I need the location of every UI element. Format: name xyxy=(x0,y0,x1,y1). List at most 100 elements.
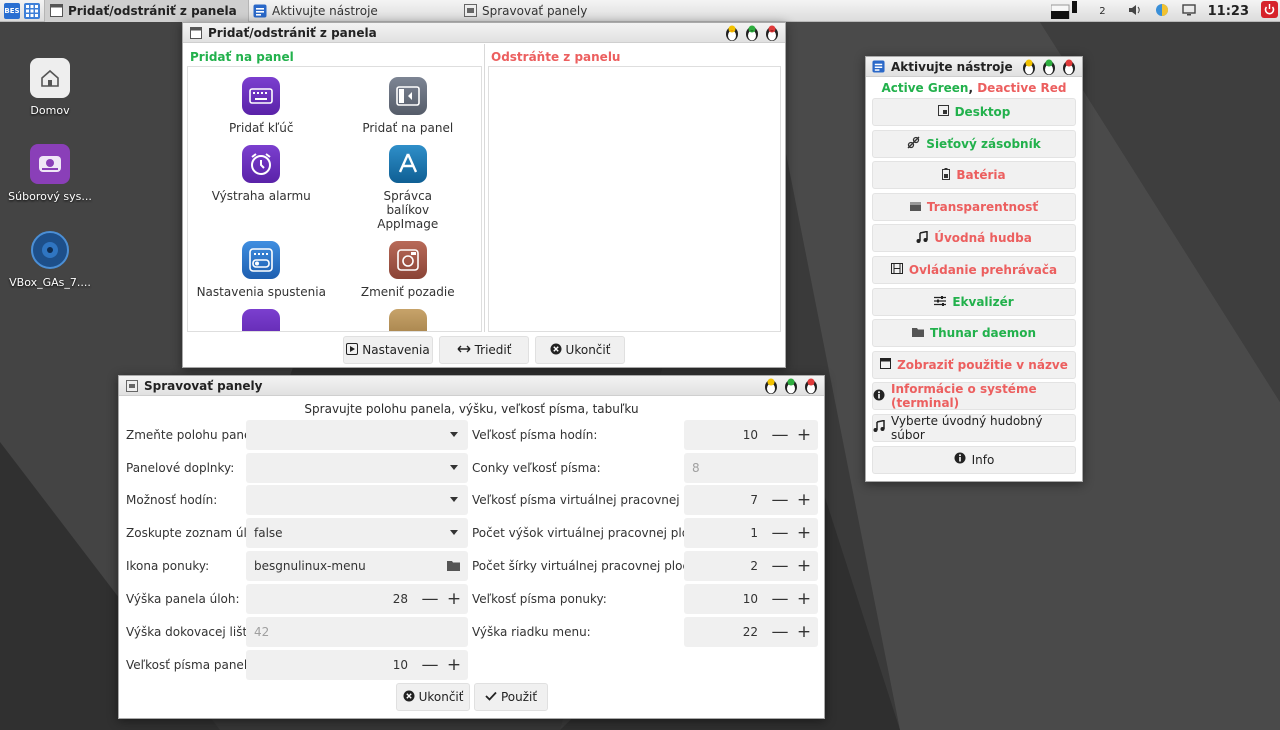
window-titlebar[interactable]: Aktivujte nástroje xyxy=(866,57,1082,77)
increment-button[interactable]: + xyxy=(442,584,466,614)
decrement-button[interactable]: — xyxy=(418,584,442,614)
tool-info[interactable]: Info xyxy=(872,445,1076,474)
tool-equalizer[interactable]: Ekvalizér xyxy=(872,287,1076,316)
menu-font-spinner[interactable]: 10 — + xyxy=(684,584,818,614)
panel-font-spinner[interactable]: 10 — + xyxy=(246,650,468,680)
alarm-clock-icon xyxy=(242,145,281,183)
decrement-button[interactable]: — xyxy=(418,650,442,680)
chevron-down-icon xyxy=(450,432,458,437)
group-tasks-select[interactable]: false xyxy=(246,518,468,548)
tile-add-key[interactable]: Pridať kľúč xyxy=(188,77,335,135)
plugins-label: Panelové doplnky: xyxy=(126,461,235,475)
sort-button[interactable]: Triediť xyxy=(439,336,529,364)
panel-font-value: 10 xyxy=(392,658,408,672)
tool-usage-in-title[interactable]: Zobraziť použitie v názve xyxy=(872,350,1076,379)
volume-icon[interactable] xyxy=(1128,3,1142,20)
legend: Active Green, Deactive Red xyxy=(866,77,1082,98)
app-grid-icon[interactable] xyxy=(24,2,40,19)
add-list[interactable]: Pridať kľúč Pridať na panel Výstraha ala… xyxy=(187,66,482,332)
vd-cols-spinner[interactable]: 2 — + xyxy=(684,551,818,581)
window-titlebar[interactable]: Pridať/odstrániť z panela xyxy=(183,23,785,43)
maximize-button[interactable] xyxy=(743,24,761,42)
clock[interactable]: 11:23 xyxy=(1208,4,1249,19)
info-icon xyxy=(954,452,966,467)
decrement-button[interactable]: — xyxy=(768,420,792,450)
folder-icon[interactable] xyxy=(447,560,460,574)
tool-desktop[interactable]: Desktop xyxy=(872,98,1076,126)
group-tasks-value: false xyxy=(254,526,283,540)
increment-button[interactable]: + xyxy=(792,617,816,647)
increment-button[interactable]: + xyxy=(792,551,816,581)
tile-wallpaper[interactable]: Zmeniť pozadie xyxy=(335,241,482,299)
task-tools[interactable]: Aktivujte nástroje xyxy=(249,0,455,22)
increment-button[interactable]: + xyxy=(792,584,816,614)
display-icon[interactable] xyxy=(1181,3,1196,20)
tile-partial[interactable] xyxy=(188,309,335,331)
maximize-button[interactable] xyxy=(1040,58,1058,76)
position-select[interactable] xyxy=(246,420,468,450)
plugins-select[interactable] xyxy=(246,453,468,483)
increment-button[interactable]: + xyxy=(792,485,816,515)
power-icon[interactable] xyxy=(1261,1,1278,21)
startup-settings-icon xyxy=(242,241,281,279)
increment-button[interactable]: + xyxy=(792,518,816,548)
tool-system-info[interactable]: Informácie o systéme (terminal) xyxy=(872,382,1076,411)
menu-launcher-icon[interactable]: BES xyxy=(4,2,20,19)
workspace-number[interactable]: 2 xyxy=(1099,6,1105,17)
minimize-button[interactable] xyxy=(723,24,741,42)
close-button[interactable] xyxy=(763,24,781,42)
taskbar-height-spinner[interactable]: 28 — + xyxy=(246,584,468,614)
desktop-icon-vbox[interactable]: VBox_GAs_7.... xyxy=(2,230,98,289)
conky-font-input[interactable]: 8 xyxy=(684,453,818,483)
decrement-button[interactable]: — xyxy=(768,584,792,614)
decrement-button[interactable]: — xyxy=(768,518,792,548)
decrement-button[interactable]: — xyxy=(768,485,792,515)
maximize-button[interactable] xyxy=(782,377,800,395)
tool-network[interactable]: Sieťový zásobník xyxy=(872,129,1076,158)
desktop-icon-home[interactable]: Domov xyxy=(2,58,98,117)
increment-button[interactable]: + xyxy=(442,650,466,680)
minimize-button[interactable] xyxy=(762,377,780,395)
tool-battery[interactable]: Batéria xyxy=(872,161,1076,190)
menu-icon-chooser[interactable]: besgnulinux-menu xyxy=(246,551,468,581)
menu-row-spinner[interactable]: 22 — + xyxy=(684,617,818,647)
quit-label: Ukončiť xyxy=(418,690,464,704)
window-titlebar[interactable]: Spravovať panely xyxy=(119,376,824,396)
vd-rows-spinner[interactable]: 1 — + xyxy=(684,518,818,548)
workspace-pager-icon[interactable] xyxy=(1050,0,1079,22)
dock-height-input[interactable]: 42 xyxy=(246,617,468,647)
tile-appimage[interactable]: Správca balíkov AppImage xyxy=(335,145,482,231)
decrement-button[interactable]: — xyxy=(768,617,792,647)
tool-thunar[interactable]: Thunar daemon xyxy=(872,319,1076,348)
tile-alarm[interactable]: Výstraha alarmu xyxy=(188,145,335,231)
increment-button[interactable]: + xyxy=(792,420,816,450)
settings-button[interactable]: Nastavenia xyxy=(343,336,433,364)
quit-button[interactable]: Ukončiť xyxy=(396,683,470,711)
decrement-button[interactable]: — xyxy=(768,551,792,581)
tool-player-control[interactable]: Ovládanie prehrávača xyxy=(872,255,1076,284)
minimize-button[interactable] xyxy=(1020,58,1038,76)
desktop-icon-filesystem[interactable]: Súborový sys... xyxy=(2,144,98,203)
dock-height-placeholder: 42 xyxy=(254,625,270,639)
tile-add-panel[interactable]: Pridať na panel xyxy=(335,77,482,135)
tile-partial[interactable] xyxy=(335,309,482,331)
window-subtitle: Spravujte polohu panela, výšku, veľkosť … xyxy=(304,402,639,416)
tile-startup-settings[interactable]: Nastavenia spustenia xyxy=(188,241,335,299)
tool-label: Thunar daemon xyxy=(929,326,1037,341)
close-button[interactable] xyxy=(1060,58,1078,76)
vd-font-spinner[interactable]: 7 — + xyxy=(684,485,818,515)
chevron-down-icon xyxy=(450,497,458,502)
remove-list[interactable] xyxy=(488,66,781,332)
task-manage-panels[interactable]: Spravovať panely xyxy=(455,0,665,22)
quit-button[interactable]: Ukončiť xyxy=(535,336,625,364)
weather-icon[interactable] xyxy=(1154,2,1170,21)
clock-font-spinner[interactable]: 10 — + xyxy=(684,420,818,450)
clock-option-select[interactable] xyxy=(246,485,468,515)
tool-transparency[interactable]: Transparentnosť xyxy=(872,192,1076,221)
taskbar-height-value: 28 xyxy=(392,592,408,606)
tool-select-music-file[interactable]: Vyberte úvodný hudobný súbor xyxy=(872,413,1076,442)
tool-intro-music[interactable]: Úvodná hudba xyxy=(872,224,1076,253)
apply-button[interactable]: Použiť xyxy=(474,683,548,711)
close-button[interactable] xyxy=(802,377,820,395)
task-add-remove[interactable]: Pridať/odstrániť z panela xyxy=(44,0,249,22)
